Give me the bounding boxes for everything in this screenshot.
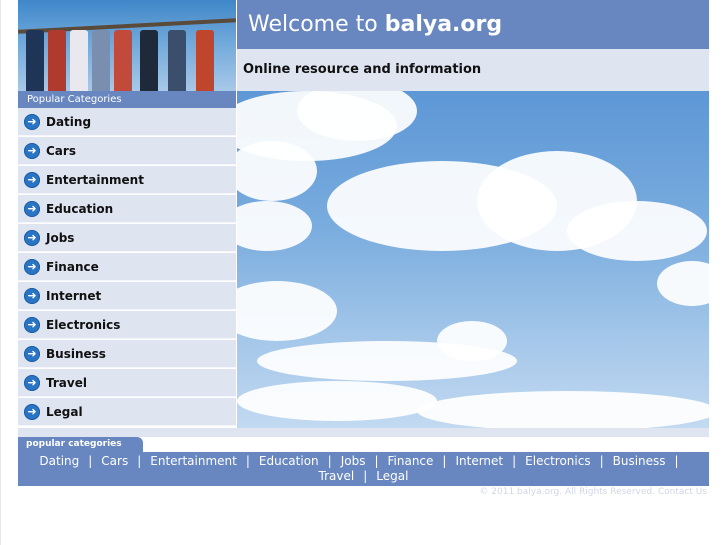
shirt-image: [168, 30, 186, 91]
shirt-image: [70, 30, 88, 91]
copyright-text: © 2011 balya.org. All Rights Reserved. C…: [479, 487, 707, 497]
sidebar-item-travel[interactable]: ➜ Travel: [18, 369, 236, 397]
arrow-right-circle-icon: ➜: [24, 142, 40, 159]
separator: |: [374, 454, 379, 468]
footer-link-finance[interactable]: Finance: [388, 454, 434, 468]
header-photo-hanging-clothes: [18, 0, 236, 91]
sidebar-item-label: Electronics: [46, 317, 121, 332]
cloud-shape: [657, 261, 709, 306]
shirt-image: [26, 30, 44, 91]
arrow-right-circle-icon: ➜: [24, 316, 40, 333]
cloud-shape: [237, 281, 337, 341]
separator: |: [137, 454, 142, 468]
page-border: [0, 0, 1, 545]
sidebar-item-label: Business: [46, 346, 106, 361]
cloud-shape: [237, 381, 437, 421]
tagline: Online resource and information: [237, 49, 709, 91]
shirt-image: [92, 30, 110, 91]
sidebar-item-legal[interactable]: ➜ Legal: [18, 398, 236, 426]
cloud-shape: [417, 391, 709, 428]
shirt-image: [48, 30, 66, 91]
sidebar-item-finance[interactable]: ➜ Finance: [18, 253, 236, 281]
sidebar-item-label: Internet: [46, 288, 102, 303]
sidebar-item-label: Entertainment: [46, 172, 144, 187]
sidebar-item-education[interactable]: ➜ Education: [18, 195, 236, 223]
shirt-image: [114, 30, 132, 91]
shirt-image: [140, 30, 158, 91]
arrow-right-circle-icon: ➜: [24, 113, 40, 130]
sky-clouds-image: [237, 91, 709, 428]
separator: |: [442, 454, 447, 468]
footer-links: Dating | Cars | Entertainment | Education | Jobs…: [18, 452, 709, 486]
sidebar-item-electronics[interactable]: ➜ Electronics: [18, 311, 236, 339]
sidebar-item-dating[interactable]: ➜ Dating: [18, 108, 236, 136]
footer-tab: popular categories: [18, 437, 143, 452]
site-header: Welcome to balya.org: [237, 0, 709, 49]
sidebar-item-label: Dating: [46, 114, 92, 129]
footer-link-education[interactable]: Education: [259, 454, 319, 468]
footer-link-internet[interactable]: Internet: [455, 454, 503, 468]
sidebar-item-label: Legal: [46, 404, 83, 419]
separator: |: [245, 454, 250, 468]
sidebar-item-label: Travel: [46, 375, 87, 390]
cloud-shape: [437, 321, 507, 361]
category-list: ➜ Dating ➜ Cars ➜ Entertainment ➜ Education …: [18, 108, 236, 427]
welcome-text: Welcome to: [248, 12, 378, 37]
sidebar-item-cars[interactable]: ➜ Cars: [18, 137, 236, 165]
separator: |: [512, 454, 517, 468]
footer-link-jobs[interactable]: Jobs: [341, 454, 366, 468]
separator: |: [674, 454, 679, 468]
footer-link-travel[interactable]: Travel: [319, 469, 355, 483]
footer-link-legal[interactable]: Legal: [376, 469, 408, 483]
separator: |: [599, 454, 604, 468]
arrow-right-circle-icon: ➜: [24, 403, 40, 420]
sidebar-title: Popular Categories: [18, 91, 236, 108]
arrow-right-circle-icon: ➜: [24, 200, 40, 217]
sidebar-item-label: Jobs: [46, 230, 75, 245]
shirt-image: [196, 30, 214, 91]
cloud-shape: [567, 201, 707, 261]
arrow-right-circle-icon: ➜: [24, 229, 40, 246]
site-name: balya.org: [384, 12, 503, 37]
footer-link-dating[interactable]: Dating: [39, 454, 79, 468]
sidebar-item-label: Finance: [46, 259, 99, 274]
arrow-right-circle-icon: ➜: [24, 287, 40, 304]
separator: |: [88, 454, 93, 468]
cloud-shape: [237, 201, 312, 251]
footer: popular categories Dating | Cars | Entertain…: [18, 428, 709, 497]
sidebar-item-jobs[interactable]: ➜ Jobs: [18, 224, 236, 252]
footer-link-cars[interactable]: Cars: [101, 454, 128, 468]
sidebar-item-business[interactable]: ➜ Business: [18, 340, 236, 368]
arrow-right-circle-icon: ➜: [24, 345, 40, 362]
footer-divider: [18, 428, 709, 437]
arrow-right-circle-icon: ➜: [24, 171, 40, 188]
footer-link-entertainment[interactable]: Entertainment: [150, 454, 237, 468]
sidebar-item-internet[interactable]: ➜ Internet: [18, 282, 236, 310]
separator: |: [363, 469, 368, 483]
sidebar-item-label: Cars: [46, 143, 76, 158]
sidebar-item-entertainment[interactable]: ➜ Entertainment: [18, 166, 236, 194]
arrow-right-circle-icon: ➜: [24, 258, 40, 275]
footer-link-business[interactable]: Business: [613, 454, 666, 468]
arrow-right-circle-icon: ➜: [24, 374, 40, 391]
footer-link-electronics[interactable]: Electronics: [525, 454, 590, 468]
separator: |: [327, 454, 332, 468]
cloud-shape: [237, 141, 317, 201]
sidebar-item-label: Education: [46, 201, 114, 216]
